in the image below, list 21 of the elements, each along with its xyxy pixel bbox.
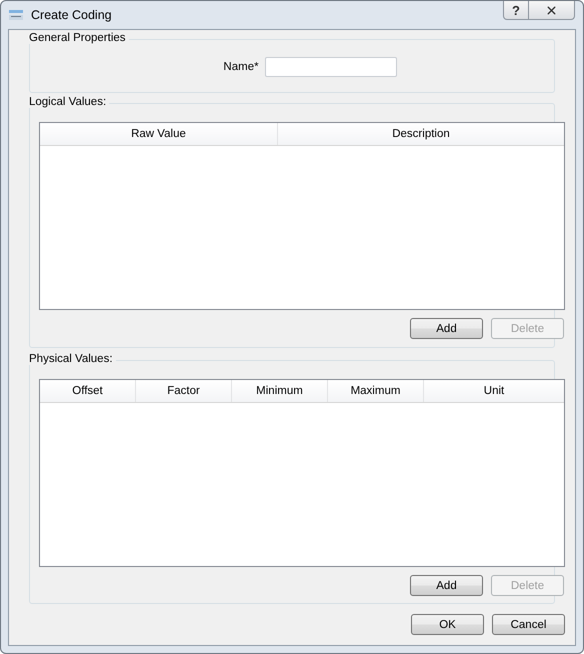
cancel-button[interactable]: Cancel (492, 614, 565, 635)
name-label: Name* (223, 61, 259, 73)
group-title: Physical Values: (29, 353, 116, 365)
close-button[interactable] (529, 1, 575, 20)
ok-button[interactable]: OK (411, 614, 484, 635)
column-header[interactable]: Raw Value (40, 123, 278, 145)
column-header[interactable]: Factor (136, 380, 232, 402)
group-title: Logical Values: (29, 96, 110, 108)
column-header[interactable]: Offset (40, 380, 136, 402)
window-title: Create Coding (31, 8, 112, 22)
window-icon (9, 10, 23, 20)
close-icon (545, 4, 558, 16)
column-header[interactable]: Maximum (328, 380, 424, 402)
column-header[interactable]: Unit (424, 380, 564, 402)
column-header[interactable]: Description (278, 123, 564, 145)
column-header[interactable]: Minimum (232, 380, 328, 402)
help-button[interactable]: ? (503, 1, 529, 20)
add-button[interactable]: Add (410, 318, 483, 339)
group-title: General Properties (29, 32, 129, 44)
add-button[interactable]: Add (410, 575, 483, 596)
name-field[interactable] (264, 57, 397, 77)
